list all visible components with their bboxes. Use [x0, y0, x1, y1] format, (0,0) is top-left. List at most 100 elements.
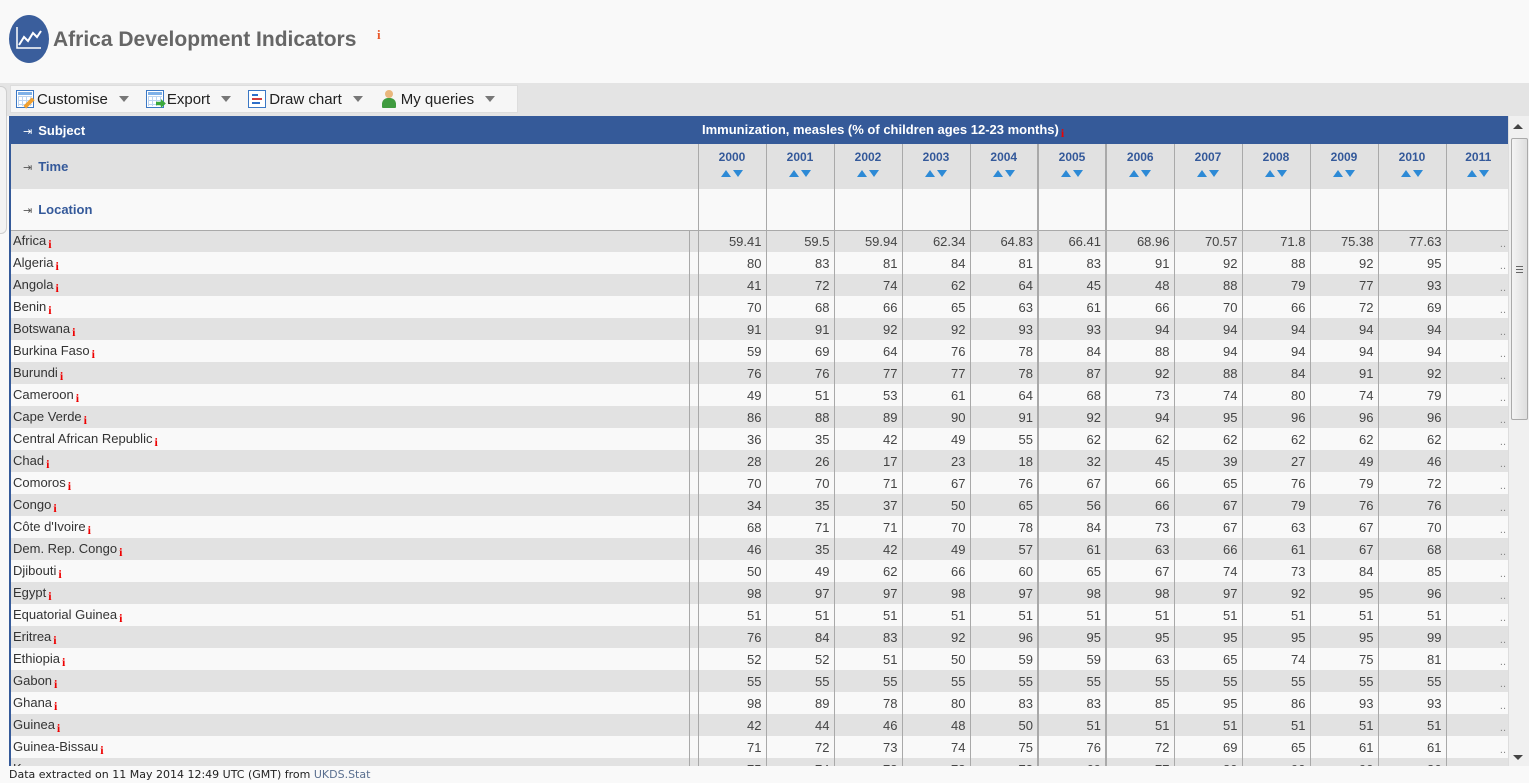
my-queries-menu-button[interactable]: My queries [375, 86, 507, 112]
value-cell: 92 [1174, 252, 1243, 274]
missing-value-cell: .. [1446, 736, 1508, 758]
value-cell: 78 [834, 758, 903, 766]
location-info-icon[interactable]: i [55, 281, 58, 295]
sort-descending-icon[interactable] [1413, 170, 1423, 177]
value-cell: 66 [1105, 494, 1175, 516]
location-info-icon[interactable]: i [68, 479, 71, 493]
location-cell: Kenyai [11, 758, 690, 766]
indicator-info-icon[interactable]: i [1061, 126, 1064, 140]
value-cell: 95 [1037, 626, 1107, 648]
location-info-icon[interactable]: i [48, 303, 51, 317]
location-info-icon[interactable]: i [62, 655, 65, 669]
location-dimension-label[interactable]: ⇥ Location [11, 189, 698, 231]
location-info-icon[interactable]: i [154, 435, 157, 449]
vertical-scrollbar[interactable] [1508, 116, 1529, 766]
scroll-up-arrow-icon[interactable] [1513, 124, 1523, 129]
location-info-icon[interactable]: i [52, 765, 55, 766]
sort-ascending-icon[interactable] [1333, 170, 1343, 177]
title-info-icon[interactable]: i [377, 27, 381, 43]
sort-descending-icon[interactable] [1345, 170, 1355, 177]
value-cell: 79 [1310, 472, 1379, 494]
scroll-down-arrow-icon[interactable] [1513, 755, 1523, 760]
scrollbar-thumb[interactable] [1511, 138, 1528, 420]
sort-descending-icon[interactable] [1141, 170, 1152, 177]
value-cell: 32 [1037, 450, 1107, 472]
location-info-icon[interactable]: i [119, 545, 122, 559]
customise-menu-button[interactable]: Customise [11, 86, 141, 112]
pivot-icon[interactable]: ⇥ [23, 126, 32, 138]
sort-ascending-icon[interactable] [857, 170, 867, 177]
location-info-icon[interactable]: i [84, 413, 87, 427]
table-row: Equatorial Guinea i 51 51 51 51 51 51 51 51 51 51 51… [11, 604, 1508, 626]
value-cell: 74 [1174, 384, 1243, 406]
sort-descending-icon[interactable] [937, 170, 947, 177]
location-cell: Botswana i [11, 318, 690, 340]
location-info-icon[interactable]: i [57, 721, 60, 735]
time-dimension-label[interactable]: ⇥ Time [11, 144, 698, 189]
value-cell: 67 [1310, 538, 1379, 560]
sort-descending-icon[interactable] [869, 170, 879, 177]
location-info-icon[interactable]: i [92, 347, 95, 361]
sort-ascending-icon[interactable] [721, 170, 731, 177]
location-info-icon[interactable]: i [72, 325, 75, 339]
value-cell: 42 [834, 538, 903, 560]
sort-ascending-icon[interactable] [1197, 170, 1207, 177]
sort-descending-icon[interactable] [1277, 170, 1287, 177]
location-info-icon[interactable]: i [100, 743, 103, 757]
sort-ascending-icon[interactable] [1401, 170, 1411, 177]
sort-descending-icon[interactable] [1073, 170, 1083, 177]
location-info-icon[interactable]: i [53, 501, 56, 515]
pivot-icon[interactable]: ⇥ [23, 205, 32, 217]
collapsed-side-panel-tab[interactable] [0, 86, 7, 234]
sort-ascending-icon[interactable] [1467, 170, 1478, 177]
location-info-icon[interactable]: i [48, 237, 51, 251]
location-info-icon[interactable]: i [88, 523, 91, 537]
value-cell: 68 [1378, 538, 1447, 560]
sort-descending-icon[interactable] [1479, 170, 1490, 177]
location-info-icon[interactable]: i [58, 567, 61, 581]
value-cell: 91 [698, 318, 767, 340]
value-cell: 98 [1105, 582, 1175, 604]
location-info-icon[interactable]: i [54, 699, 57, 713]
value-cell: 59 [970, 648, 1039, 670]
location-info-icon[interactable]: i [53, 633, 56, 647]
location-info-icon[interactable]: i [54, 677, 57, 691]
value-cell: 88 [1242, 252, 1311, 274]
sort-descending-icon[interactable] [801, 170, 811, 177]
year-column-header: 2003 [901, 144, 970, 189]
location-cell: Angola i [11, 274, 690, 296]
location-info-icon[interactable]: i [60, 369, 63, 383]
source-link[interactable]: UKDS.Stat [314, 768, 371, 781]
value-cell: 89 [834, 406, 903, 428]
subject-dimension-label[interactable]: ⇥ Subject [11, 116, 698, 144]
row-spacer [689, 692, 699, 714]
location-info-icon[interactable]: i [55, 259, 58, 273]
location-info-icon[interactable]: i [76, 391, 79, 405]
user-queries-icon [380, 90, 398, 108]
missing-value-cell: .. [1446, 626, 1508, 648]
sort-ascending-icon[interactable] [789, 170, 799, 177]
location-info-icon[interactable]: i [46, 457, 49, 471]
sort-ascending-icon[interactable] [925, 170, 935, 177]
sort-descending-icon[interactable] [733, 170, 743, 177]
sort-ascending-icon[interactable] [992, 170, 1003, 177]
missing-value-cell: .. [1446, 560, 1508, 582]
sort-ascending-icon[interactable] [1265, 170, 1275, 177]
location-info-icon[interactable]: i [48, 589, 51, 603]
sort-ascending-icon[interactable] [1061, 170, 1071, 177]
year-label: 2011 [1465, 150, 1492, 164]
value-cell: 51 [1242, 604, 1311, 626]
value-cell: 81 [1378, 648, 1447, 670]
location-cell: Gabon i [11, 670, 690, 692]
draw-chart-menu-button[interactable]: Draw chart [243, 86, 375, 112]
location-cell: Benin i [11, 296, 690, 318]
sort-descending-icon[interactable] [1209, 170, 1219, 177]
value-cell: 51 [1105, 714, 1175, 736]
value-cell: 67 [1310, 516, 1379, 538]
location-info-icon[interactable]: i [119, 611, 122, 625]
pivot-icon[interactable]: ⇥ [23, 162, 32, 174]
value-cell: 94 [1378, 340, 1447, 362]
export-menu-button[interactable]: Export [141, 86, 243, 112]
sort-descending-icon[interactable] [1004, 170, 1015, 177]
sort-ascending-icon[interactable] [1129, 170, 1140, 177]
